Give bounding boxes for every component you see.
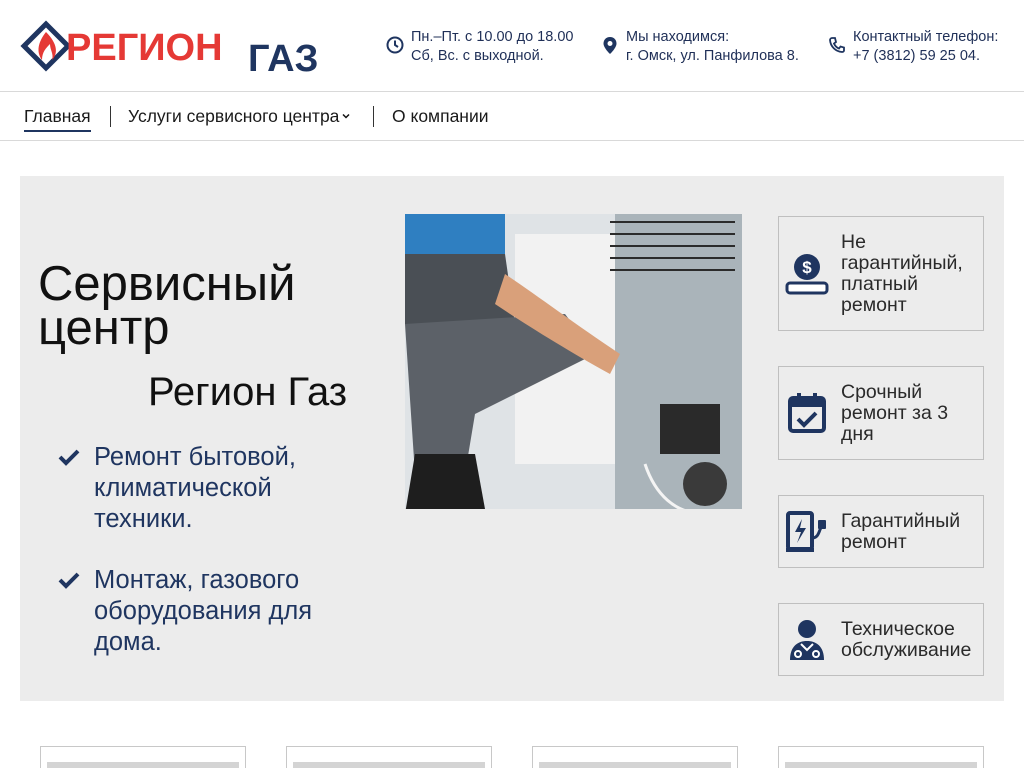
check-icon: [58, 572, 80, 589]
clock-icon: [386, 36, 404, 54]
phone-number[interactable]: +7 (3812) 59 25 04.: [853, 47, 998, 66]
product-image: [785, 762, 977, 768]
hero-bullet: Монтаж, газового оборудования для дома.: [58, 565, 354, 658]
product-image: [47, 762, 239, 768]
hero-subtitle: Регион Газ: [148, 370, 348, 414]
product-image: [539, 762, 731, 768]
hours-line2: Сб, Вс. с выходной.: [411, 48, 544, 64]
logo-flame-icon: РЕГИОН ГАЗ: [20, 20, 318, 74]
service-card-warranty-repair[interactable]: Гарантийный ремонт: [778, 495, 984, 568]
hero-bullet-text: Монтаж, газового оборудования для дома.: [94, 566, 313, 656]
service-card-label: Не гарантийный, платный ремонт: [841, 230, 963, 316]
address: Мы находимся: г. Омск, ул. Панфилова 8.: [600, 28, 799, 66]
nav-divider: [373, 106, 374, 127]
product-card[interactable]: [532, 746, 738, 768]
hours-line1: Пн.–Пт. с 10.00 до 18.00: [411, 29, 574, 45]
nav-divider: [110, 106, 111, 127]
address-line1: Мы находимся:: [626, 29, 730, 45]
doctor-icon: [790, 619, 824, 660]
hero-title-text: Сервисный центр: [38, 257, 296, 355]
contact-phone[interactable]: Контактный телефон: +7 (3812) 59 25 04.: [827, 28, 998, 66]
map-pin-icon: [603, 37, 617, 54]
hero-bullet-text: Ремонт бытовой, климатической техники.: [94, 443, 296, 533]
chevron-down-icon: [342, 113, 350, 119]
service-card-paid-repair[interactable]: $ Не гарантийный, платный ремонт: [778, 216, 984, 331]
service-card-label: Техническое обслуживание: [841, 617, 972, 661]
dollar-hand-icon: $: [785, 253, 829, 294]
product-card[interactable]: [286, 746, 492, 768]
service-card-label: Гарантийный ремонт: [841, 509, 961, 553]
hero-section: Сервисный центр Регион Газ Ремонт бытово…: [20, 176, 1004, 701]
service-card-maintenance[interactable]: Техническое обслуживание: [778, 603, 984, 676]
check-icon: [58, 449, 80, 466]
logo[interactable]: РЕГИОН ГАЗ: [20, 18, 332, 74]
svg-text:$: $: [802, 258, 812, 277]
nav-item-services[interactable]: Услуги сервисного центра: [128, 105, 350, 127]
nav-item-home[interactable]: Главная: [24, 105, 91, 132]
service-card-urgent-repair[interactable]: Срочный ремонт за 3 дня: [778, 366, 984, 460]
phone-icon: [829, 37, 845, 53]
charger-plug-icon: [786, 510, 826, 552]
technician-repairing-fridge-photo: [405, 214, 742, 525]
address-line2: г. Омск, ул. Панфилова 8.: [626, 48, 799, 64]
nav-item-services-label: Услуги сервисного центра: [128, 106, 340, 126]
service-card-label: Срочный ремонт за 3 дня: [841, 380, 949, 445]
logo-text-part2: ГАЗ: [248, 38, 318, 74]
logo-text-part1: РЕГИОН: [66, 27, 223, 69]
main-nav: Главная Услуги сервисного центра О компа…: [0, 92, 1024, 141]
calendar-check-icon: [788, 393, 826, 433]
product-card[interactable]: [40, 746, 246, 768]
working-hours: Пн.–Пт. с 10.00 до 18.00 Сб, Вс. с выход…: [385, 28, 573, 66]
hero-bullet: Ремонт бытовой, климатической техники.: [58, 442, 354, 535]
product-image: [293, 762, 485, 768]
product-card[interactable]: [778, 746, 984, 768]
phone-line1: Контактный телефон:: [853, 29, 999, 45]
site-header: РЕГИОН ГАЗ Пн.–Пт. с 10.00 до 18.00 Сб, …: [0, 0, 1024, 92]
hero-title: Сервисный центр: [38, 260, 338, 353]
nav-item-about[interactable]: О компании: [392, 105, 489, 127]
